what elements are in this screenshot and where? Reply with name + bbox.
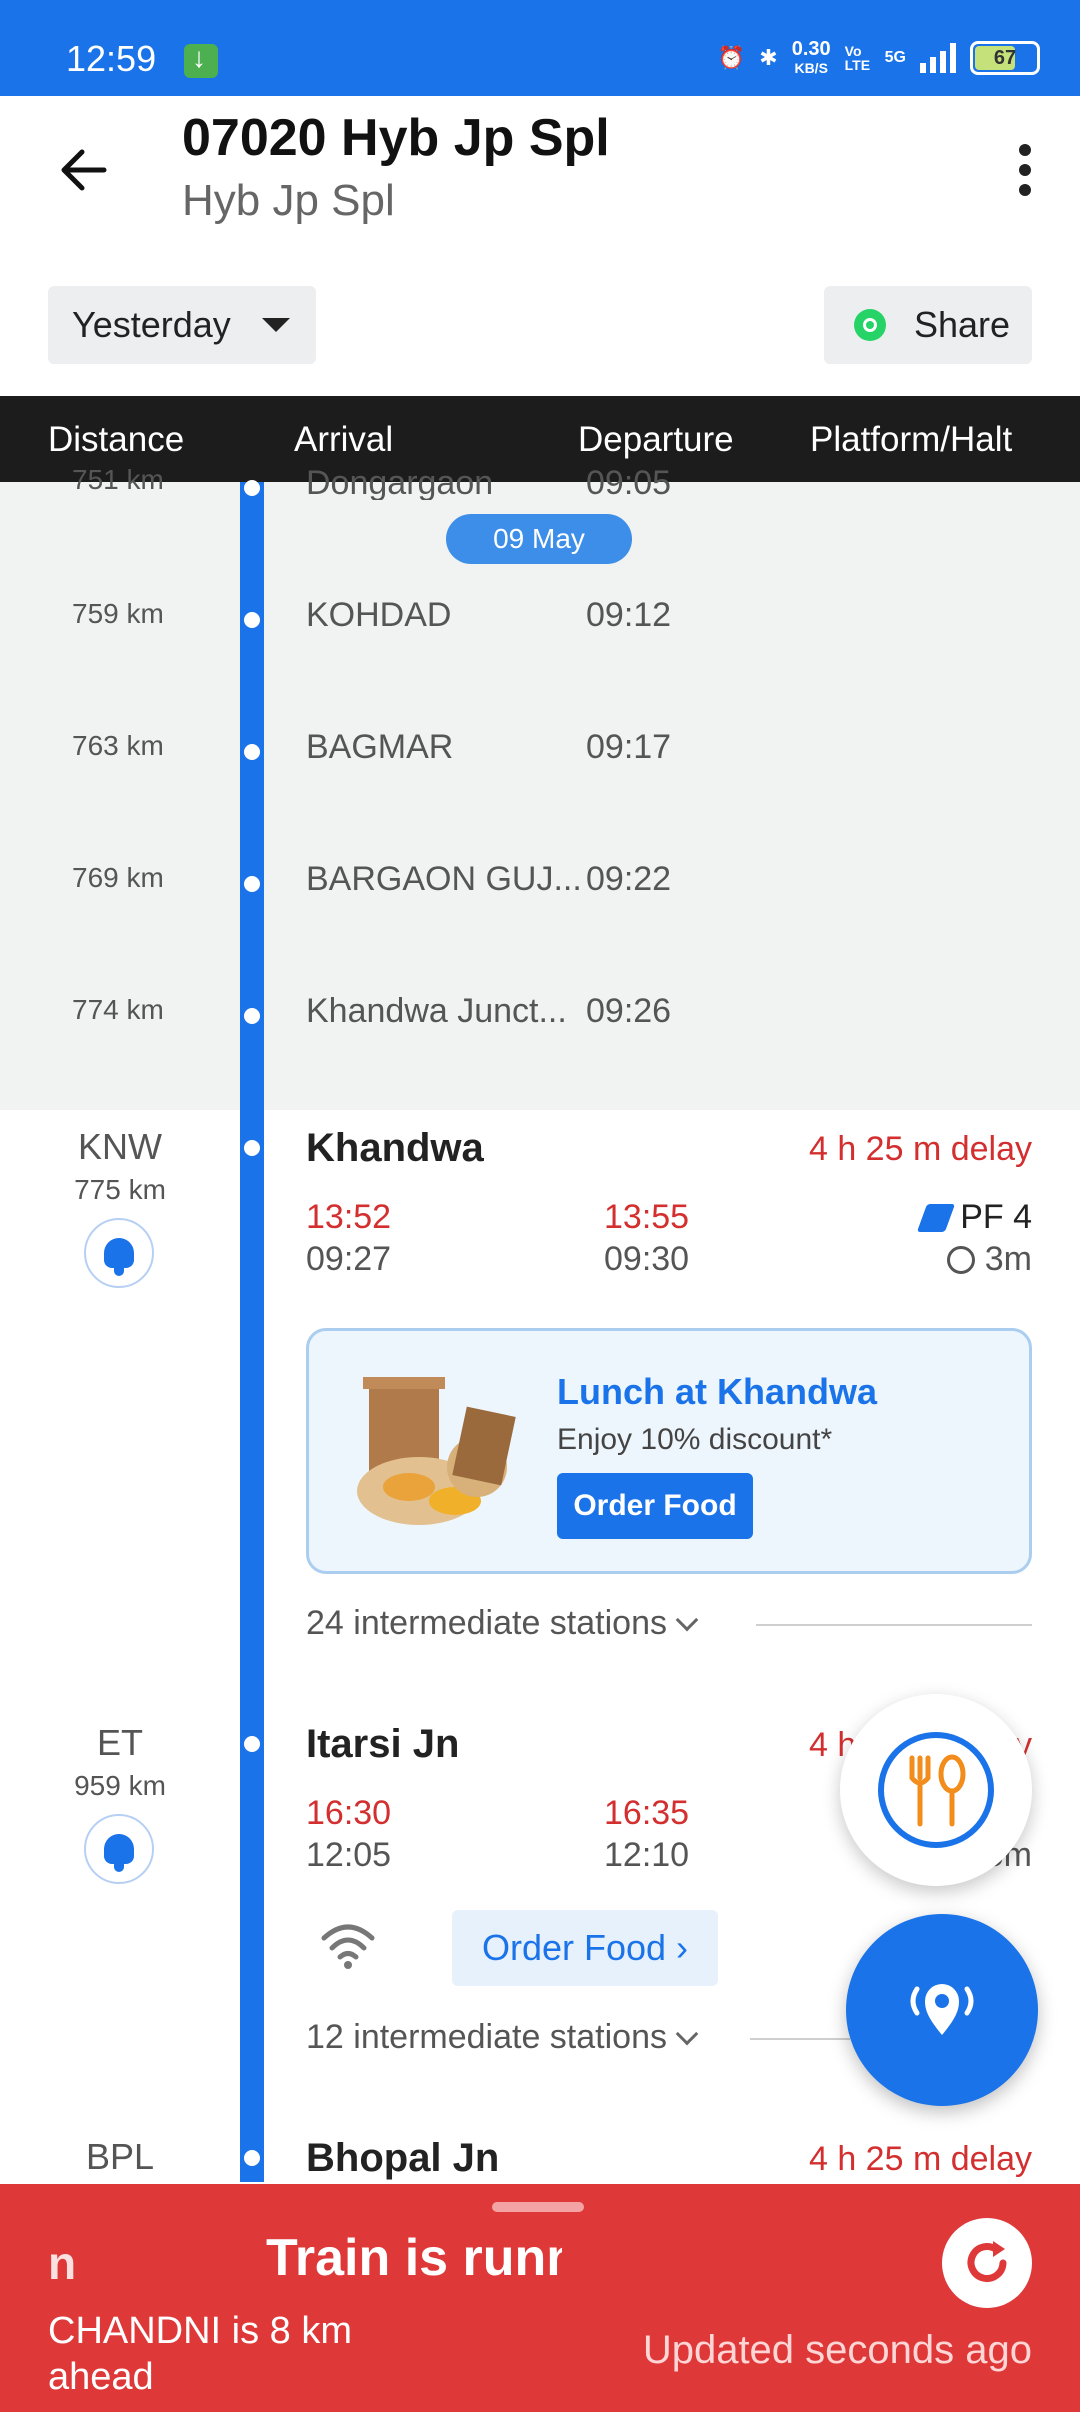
arrival-scheduled: 12:05: [306, 1836, 392, 1874]
drag-handle[interactable]: [492, 2202, 584, 2212]
refresh-icon: [967, 2241, 1007, 2282]
food-card-title: Lunch at Khandwa: [557, 1371, 878, 1412]
chevron-down-icon: [675, 1608, 699, 1631]
timeline-dot: [244, 480, 260, 496]
timer-icon: [946, 1245, 975, 1274]
alarm-bell-icon[interactable]: [84, 1218, 154, 1288]
station-name[interactable]: Bhopal Jn: [306, 2136, 499, 2181]
alarm-bell-icon[interactable]: [84, 1814, 154, 1884]
arrival-actual: 16:30: [306, 1794, 392, 1832]
food-fab-button[interactable]: [840, 1694, 1032, 1886]
location-pin-icon: [910, 1984, 974, 2035]
arrival-actual: 13:52: [306, 1198, 392, 1236]
halt-info: 3m: [946, 1240, 1032, 1279]
network-label: 5G: [884, 49, 906, 66]
running-status-text: Train is running: [266, 2229, 562, 2287]
timeline-dot: [244, 1140, 260, 1156]
page-title: 07020 Hyb Jp Spl: [182, 109, 610, 167]
platform-info[interactable]: PF 4: [917, 1198, 1032, 1237]
list-item[interactable]: 763 km BAGMAR 09:17: [0, 728, 1080, 768]
battery-icon: 67: [970, 41, 1040, 75]
net-speed: 0.30 KB/S: [791, 37, 831, 76]
timeline-dot: [244, 1736, 260, 1752]
live-location-fab-button[interactable]: [846, 1914, 1038, 2106]
departure-actual: 16:35: [604, 1794, 690, 1832]
arrival-scheduled: 09:27: [306, 1240, 392, 1278]
back-arrow-icon[interactable]: [54, 140, 114, 200]
station-name[interactable]: Khandwa: [306, 1126, 484, 1171]
col-departure: Departure: [578, 420, 734, 459]
status-icons: ⏰ ✱ 0.30 KB/S Vo LTE 5G 67: [718, 38, 1040, 78]
station-distance: 959 km: [74, 1770, 166, 1801]
timeline-dot: [244, 612, 260, 628]
date-pill: 09 May: [446, 514, 632, 564]
list-item[interactable]: 774 km Khandwa Junct... 09:26: [0, 992, 1080, 1032]
food-bag-image: [357, 1377, 516, 1525]
divider: [750, 2038, 850, 2040]
fork-spoon-icon: [909, 1754, 966, 1827]
signal-icon: [920, 43, 956, 73]
col-platform: Platform/Halt: [810, 420, 1013, 459]
list-item[interactable]: 769 km BARGAON GUJ... 09:22: [0, 860, 1080, 900]
running-status-banner[interactable]: n Train is running CHANDNI is 8 km ahead…: [0, 2184, 1080, 2412]
timeline-dot: [244, 876, 260, 892]
list-item[interactable]: 751 km Dongargaon 09:05: [0, 464, 1080, 500]
download-icon: [184, 42, 218, 78]
intermediate-stations-toggle[interactable]: 12 intermediate stations: [306, 2018, 699, 2057]
volte-label: Vo LTE: [844, 43, 871, 73]
food-card-subtitle: Enjoy 10% discount*: [557, 1423, 833, 1456]
whatsapp-icon: [854, 309, 886, 341]
station-code: BPL: [85, 2136, 155, 2177]
intermediate-stations-toggle[interactable]: 24 intermediate stations: [306, 1604, 699, 1643]
station-name[interactable]: Itarsi Jn: [306, 1722, 459, 1767]
edit-pencil-icon: [917, 1203, 956, 1232]
list-item[interactable]: 759 km KOHDAD 09:12: [0, 596, 1080, 636]
date-dropdown-label: Yesterday: [72, 304, 231, 345]
route-timeline: [240, 482, 264, 2182]
station-code: KNW: [78, 1126, 162, 1167]
status-time: 12:59: [66, 38, 157, 79]
departure-scheduled: 09:30: [604, 1240, 690, 1278]
updated-time: Updated seconds ago: [642, 2328, 1032, 2372]
col-arrival: Arrival: [294, 420, 394, 459]
timeline-dot: [244, 1008, 260, 1024]
departure-scheduled: 12:10: [604, 1836, 690, 1874]
station-distance: 775 km: [74, 1174, 166, 1205]
delay-label: 4 h 25 m delay: [808, 1130, 1032, 1168]
timeline-dot: [244, 2150, 260, 2166]
refresh-button[interactable]: [942, 2218, 1032, 2308]
departure-actual: 13:55: [604, 1198, 690, 1236]
more-options-icon[interactable]: [1010, 140, 1040, 200]
delay-label: 4 h 25 m delay: [808, 2140, 1032, 2178]
order-food-link[interactable]: Order Food ›: [452, 1910, 718, 1986]
chevron-down-icon: [675, 2022, 699, 2045]
timeline-dot: [244, 744, 260, 760]
share-label: Share: [914, 304, 1011, 345]
col-distance: Distance: [48, 420, 185, 459]
food-offer-card[interactable]: Lunch at Khandwa Enjoy 10% discount* Ord…: [306, 1328, 1032, 1574]
station-code: ET: [96, 1722, 143, 1763]
date-dropdown[interactable]: Yesterday: [48, 286, 316, 364]
divider: [756, 1624, 1032, 1626]
status-bar: 12:59 ⏰ ✱ 0.30 KB/S Vo LTE 5G 67: [0, 0, 1080, 96]
caret-down-icon: [262, 318, 290, 332]
marquee-fragment: n: [48, 2237, 77, 2289]
bluetooth-icon: ✱: [759, 45, 778, 70]
order-food-button[interactable]: Order Food: [557, 1473, 753, 1539]
nearby-train-info: CHANDNI is 8 km ahead: [48, 2310, 353, 2398]
page-subtitle: Hyb Jp Spl: [182, 176, 395, 225]
wifi-icon: [321, 1924, 375, 1969]
alarm-icon: ⏰: [717, 45, 746, 70]
share-button[interactable]: Share: [824, 286, 1032, 364]
